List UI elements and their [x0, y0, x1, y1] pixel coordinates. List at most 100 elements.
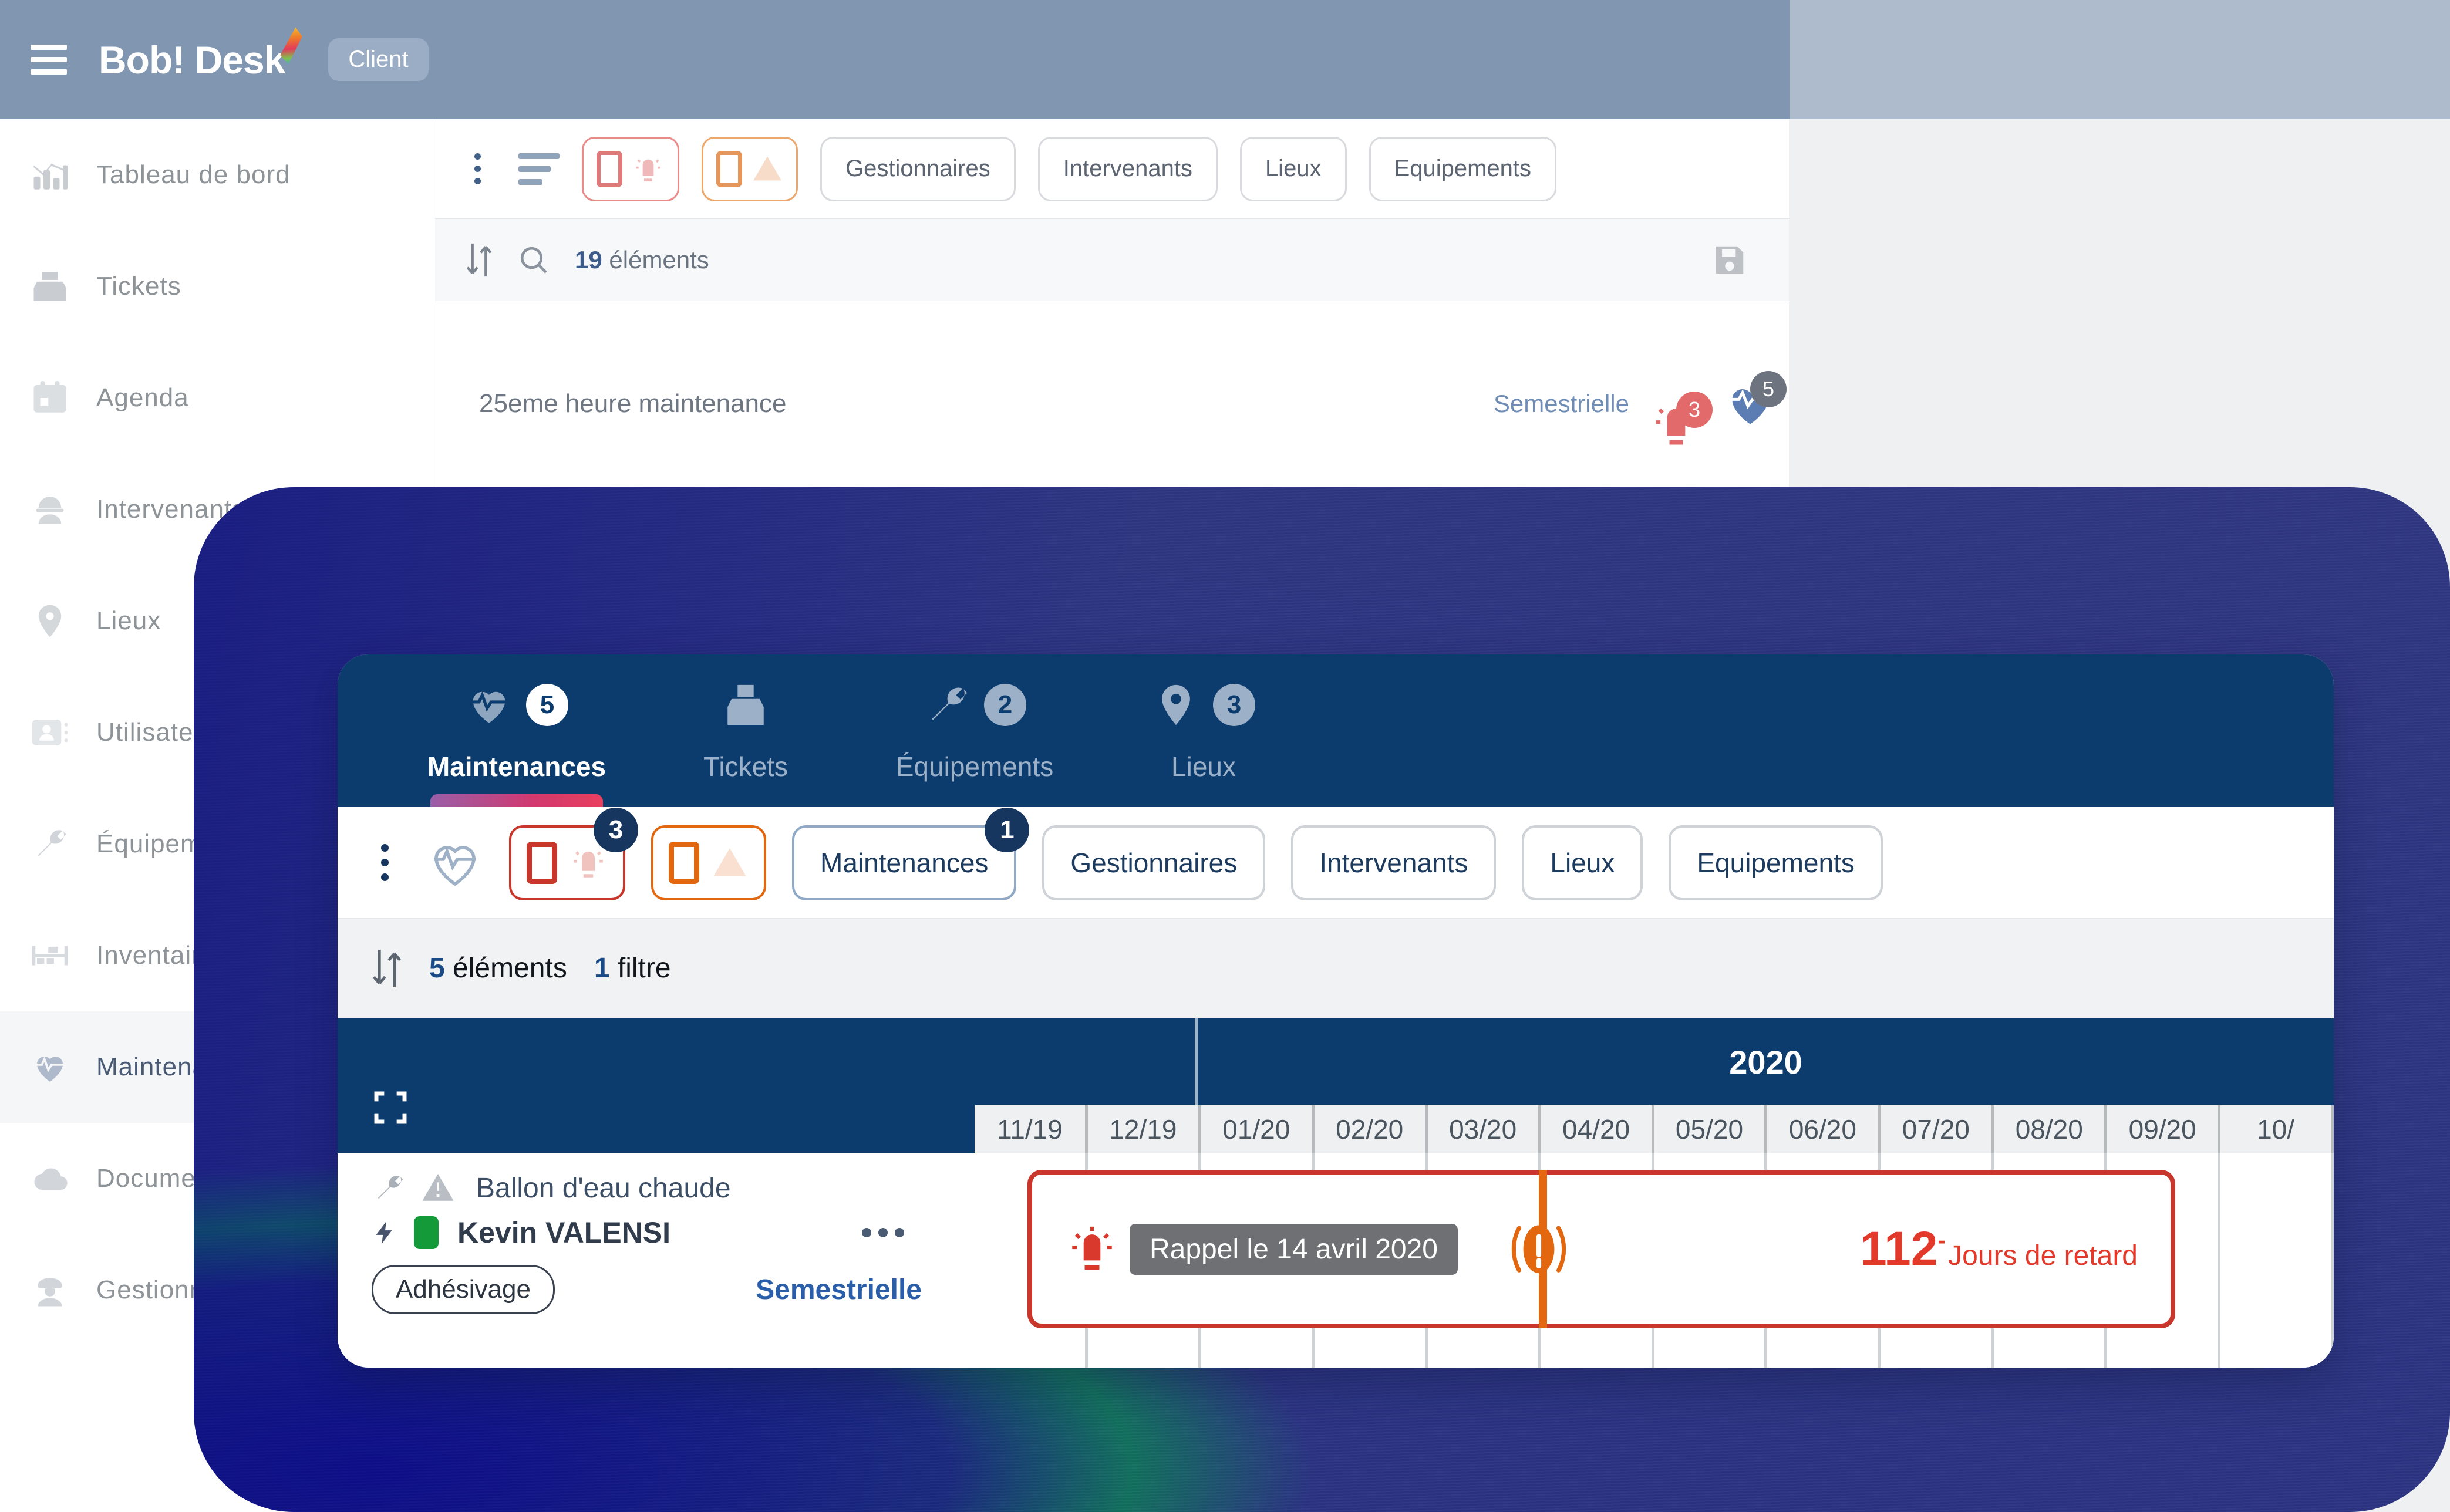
tab-label: Lieux: [1171, 751, 1236, 782]
document-icon: [527, 841, 557, 884]
tab-label: Équipements: [895, 751, 1054, 782]
sort-icon[interactable]: [372, 948, 402, 989]
equipment-name: Ballon d'eau chaude: [476, 1172, 731, 1204]
document-icon: [716, 150, 742, 187]
sidebar-item-label: Agenda: [96, 383, 189, 412]
gantt-month-cell: 12/19: [1087, 1105, 1198, 1153]
filter-chip-equipements[interactable]: Equipements: [1369, 136, 1557, 201]
document-icon: [597, 150, 622, 187]
tab-equipements[interactable]: 2 Équipements: [860, 654, 1089, 807]
kebab-menu-icon[interactable]: [370, 844, 399, 881]
chip-badge: 3: [594, 807, 638, 852]
siren-icon: [1072, 1226, 1112, 1270]
badge-count: 3: [1676, 391, 1713, 428]
filter-chip-lieux[interactable]: Lieux: [1239, 136, 1347, 201]
filter-chip-warning[interactable]: [702, 136, 798, 201]
list-subbar: 19 éléments: [435, 219, 1789, 301]
hamburger-icon[interactable]: [31, 45, 67, 75]
heartbeat-icon[interactable]: [427, 835, 483, 891]
gantt-chart: Ballon d'eau chaude Kevin VALENSI Adhési…: [338, 1018, 2334, 1368]
tag-pill[interactable]: Adhésivage: [372, 1265, 555, 1314]
filter-chip-gestionnaires[interactable]: Gestionnaires: [1042, 825, 1266, 900]
worker-icon: [31, 490, 69, 529]
gantt-month-cell: 03/20: [1427, 1105, 1538, 1153]
gantt-row-labels: Ballon d'eau chaude Kevin VALENSI Adhési…: [338, 1018, 975, 1368]
tab-lieux[interactable]: 3 Lieux: [1089, 654, 1318, 807]
siren-badge: 3: [1649, 391, 1713, 451]
row-meta: Semestrielle 3 5: [1494, 356, 1787, 451]
late-days-number: 112-: [1860, 1222, 1946, 1275]
item-count: 5 éléments: [429, 953, 567, 984]
maintenance-detail-window: 5 Maintenances Tickets 2 Équipements 3 L…: [338, 654, 2334, 1368]
gantt-body: Rappel le 14 avril 2020 112- Jours de re…: [975, 1153, 2334, 1368]
top-bar: Bob! Desk Client: [0, 0, 1790, 119]
gantt-tooltip: Rappel le 14 avril 2020: [1130, 1223, 1458, 1275]
fullscreen-icon: [374, 1091, 407, 1124]
gantt-timeline: 2020 11/19 12/19 01/20 02/20 03/20 04/20 05/20…: [975, 1018, 2334, 1368]
top-bar-filler: [1790, 0, 2450, 119]
filter-chip-warning[interactable]: [651, 825, 766, 900]
search-icon[interactable]: [517, 244, 550, 276]
fullscreen-icon[interactable]: [372, 1089, 409, 1126]
pin-icon: [31, 602, 69, 640]
inbox-icon: [727, 684, 764, 725]
brand-text: Bob! Desk: [99, 38, 285, 82]
gantt-row-tagline: Adhésivage Semestrielle: [372, 1265, 975, 1314]
late-days-label: Jours de retard: [1948, 1240, 2138, 1271]
modal-filter-bar: 3 Maintenances 1 Gestionnaires Intervena…: [338, 807, 2334, 919]
filter-chip-siren[interactable]: 3: [509, 807, 638, 900]
bolt-icon: [376, 1221, 392, 1244]
gantt-left-header: [338, 1018, 975, 1153]
manager-icon: [31, 1271, 69, 1310]
gantt-bar-overdue[interactable]: Rappel le 14 avril 2020 112- Jours de re…: [1027, 1170, 2175, 1328]
gantt-month-cell: 07/20: [1881, 1105, 1991, 1153]
tab-label: Tickets: [703, 751, 788, 782]
sidebar-item-label: Lieux: [96, 606, 161, 635]
warning-icon: [753, 156, 781, 180]
table-row[interactable]: 25eme heure maintenance Semestrielle 3 5: [435, 301, 1789, 507]
screen: Bob! Desk Client Tableau de bord Tickets A…: [0, 0, 2450, 1512]
warning-icon: [713, 848, 746, 876]
gantt-row[interactable]: Ballon d'eau chaude Kevin VALENSI Adhési…: [338, 1153, 975, 1314]
sidebar-item-tickets[interactable]: Tickets: [0, 231, 434, 342]
tab-tickets[interactable]: Tickets: [631, 654, 860, 807]
heartbeat-badge: 5: [1723, 370, 1787, 431]
heartbeat-icon: [471, 691, 507, 723]
modal-count-bar: 5 éléments 1 filtre: [338, 919, 2334, 1018]
filter-chip-lieux[interactable]: Lieux: [1522, 825, 1643, 900]
tab-badge: 2: [984, 684, 1026, 726]
gantt-month-cell: 10/: [2220, 1105, 2331, 1153]
sort-icon[interactable]: [466, 242, 493, 278]
gantt-month-header: 11/19 12/19 01/20 02/20 03/20 04/20 05/20 06/20…: [975, 1105, 2334, 1153]
filter-chip-equipements[interactable]: Equipements: [1669, 825, 1883, 900]
filter-chip-siren[interactable]: [582, 136, 679, 201]
filter-chip-intervenants[interactable]: Intervenants: [1037, 136, 1218, 201]
sidebar-item-agenda[interactable]: Agenda: [0, 342, 434, 454]
gantt-year-header: 2020: [975, 1018, 2334, 1105]
save-icon[interactable]: [1711, 242, 1748, 278]
heartbeat-icon: [31, 1048, 69, 1086]
wrench-icon: [31, 825, 69, 863]
wrench-icon: [378, 1176, 403, 1199]
kebab-menu-icon[interactable]: [464, 153, 490, 184]
sidebar-item-tableau-de-bord[interactable]: Tableau de bord: [0, 119, 434, 231]
inbox-icon: [31, 267, 69, 306]
role-chip[interactable]: Client: [328, 38, 429, 81]
sidebar-item-label: Tickets: [96, 272, 181, 301]
tab-label: Maintenances: [427, 751, 606, 782]
siren-icon: [636, 158, 660, 181]
sidebar-item-label: Tableau de bord: [96, 160, 291, 189]
document-icon: [669, 841, 699, 884]
more-options-icon[interactable]: [862, 1228, 904, 1237]
tab-icon-row: 2: [923, 677, 1026, 733]
warning-icon: [422, 1173, 454, 1201]
list-view-icon[interactable]: [518, 153, 560, 185]
filter-chip-maintenances[interactable]: Maintenances 1: [792, 807, 1030, 900]
tab-icon-row: 3: [1152, 677, 1255, 733]
chip-label: Maintenances: [820, 847, 989, 878]
filter-chip-gestionnaires[interactable]: Gestionnaires: [820, 136, 1016, 201]
tab-maintenances[interactable]: 5 Maintenances: [402, 654, 631, 807]
tab-icon-row: 5: [465, 677, 568, 733]
filter-chip-intervenants[interactable]: Intervenants: [1291, 825, 1497, 900]
gantt-month-cell: 08/20: [1994, 1105, 2105, 1153]
